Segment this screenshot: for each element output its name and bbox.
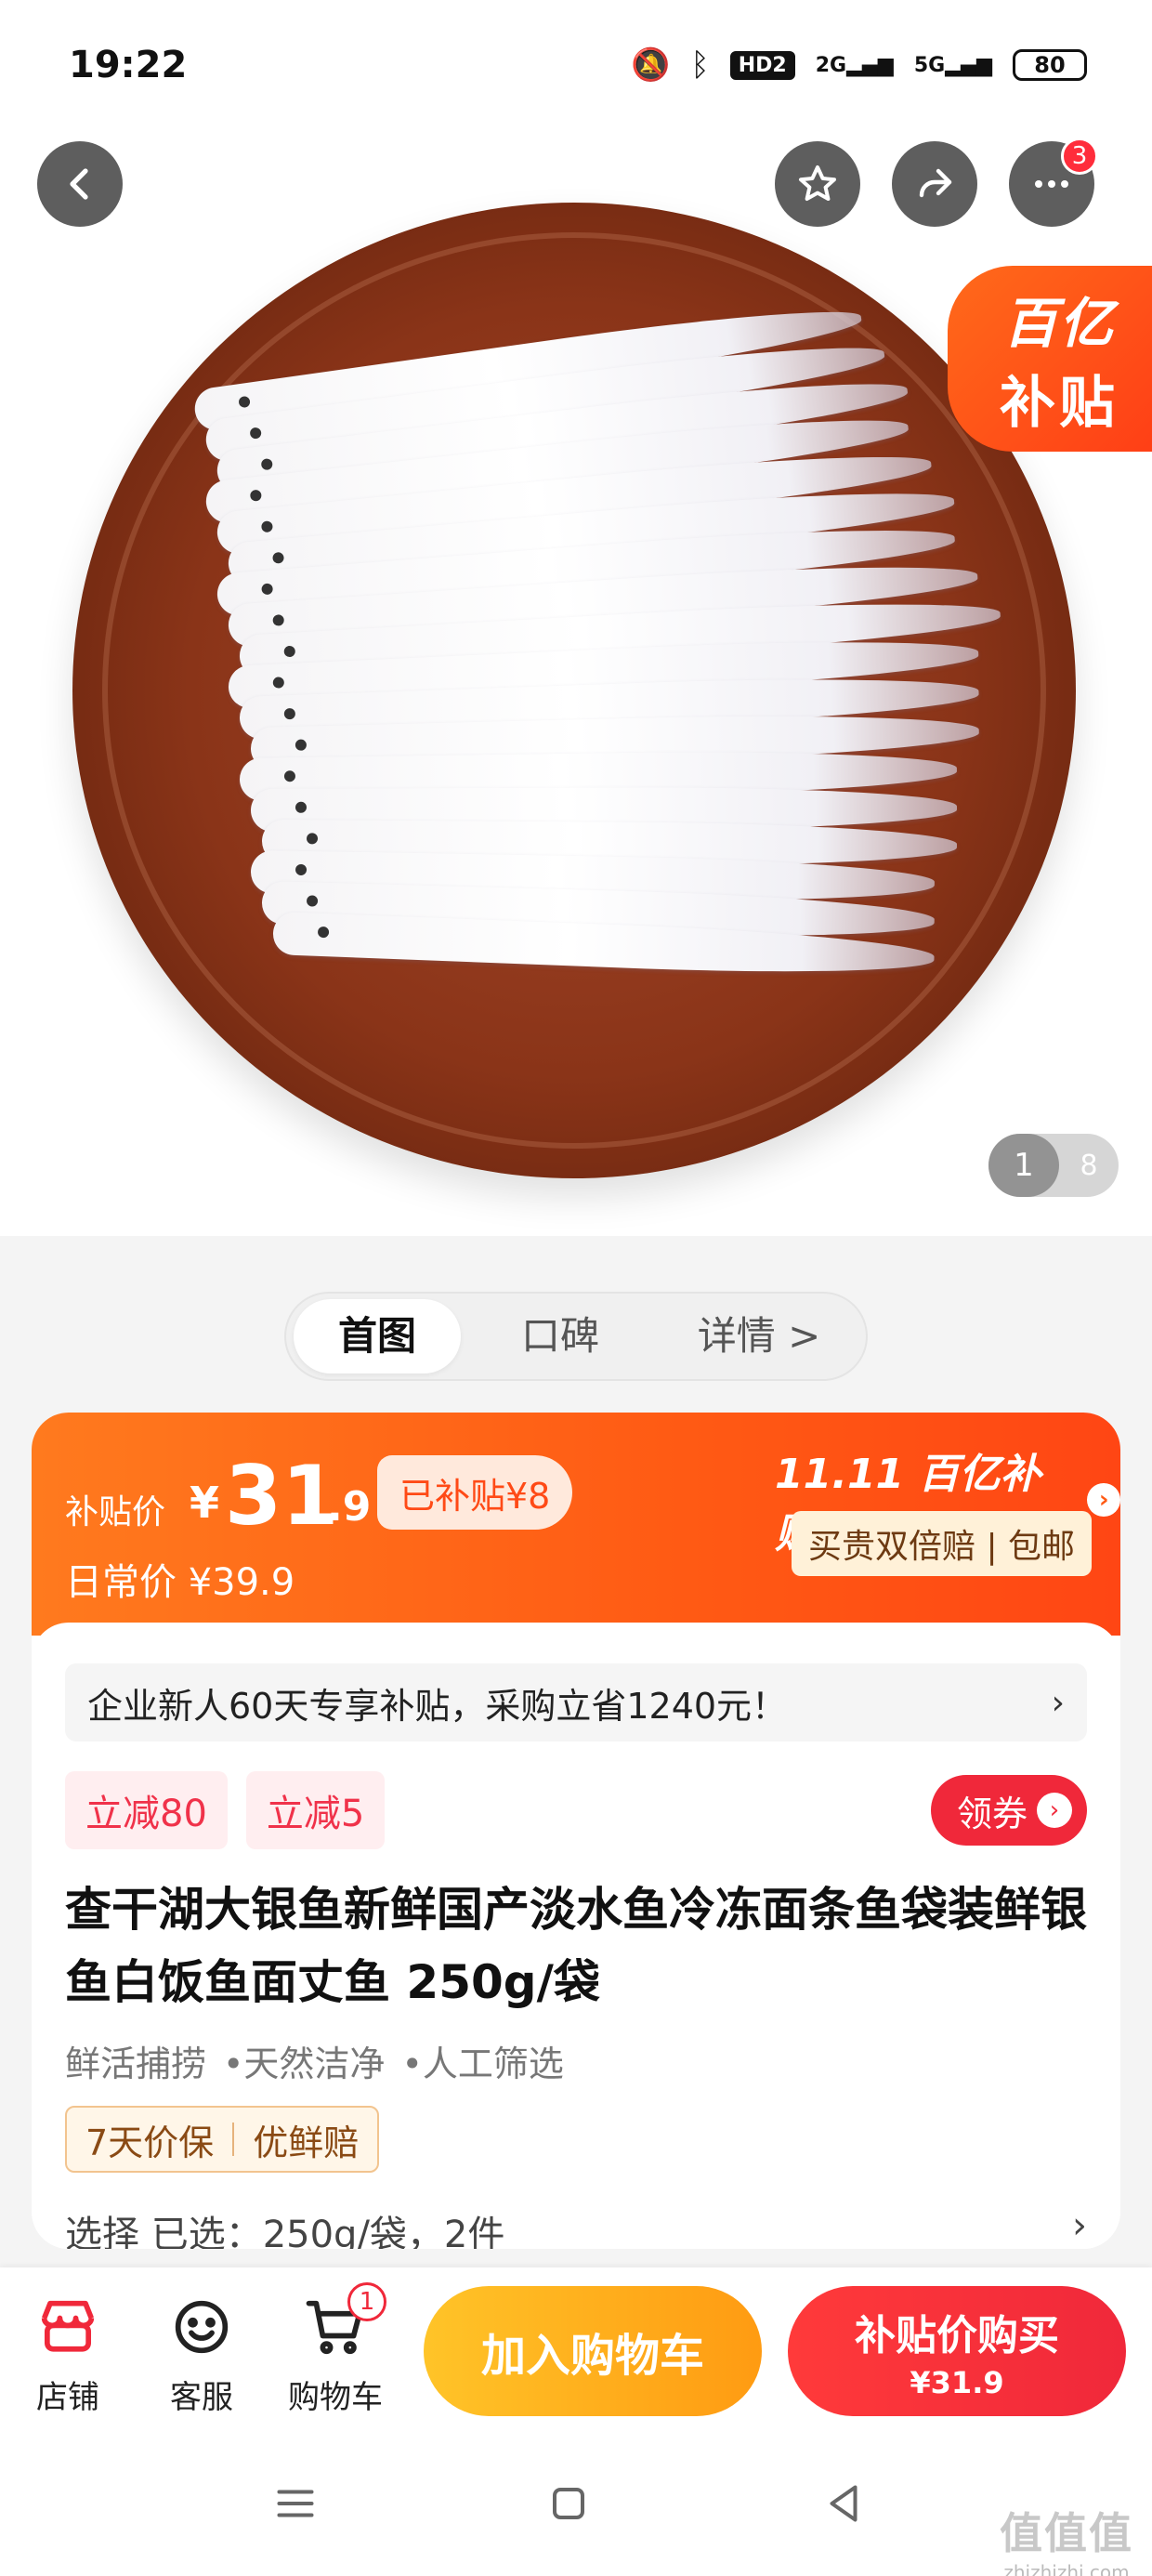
spec-select-text: 选择 已选：250g/袋，2件 <box>65 2214 505 2249</box>
status-time: 19:22 <box>69 44 188 86</box>
feature-item: 鲜活捕捞 <box>65 2044 207 2084</box>
subsidy-stamp: 百亿 补贴 <box>948 266 1152 452</box>
spec-select-row[interactable]: 选择 已选：250g/袋，2件 › <box>65 2204 1087 2249</box>
coupon-row: 立减80 立减5 领券 › <box>65 1771 1087 1849</box>
daily-price: 日常价 ¥39.9 <box>65 1561 295 1604</box>
watermark: 值值值 zhizhizhi.com <box>1000 2500 1133 2576</box>
price-header: 补贴价 ¥ 31 .9 已补贴¥8 日常价 ¥39.9 11.11 百亿补贴 ›… <box>32 1413 1120 1636</box>
get-coupon-label: 领券 <box>956 1793 1028 1834</box>
store-button[interactable]: 店铺 <box>17 2292 119 2417</box>
more-button[interactable]: 3 <box>1009 138 1098 227</box>
back-triangle-icon[interactable] <box>816 2476 871 2531</box>
coupon-discount-80[interactable]: 立减80 <box>65 1771 228 1849</box>
service-tag-fresh-guarantee: 优鲜赔 <box>253 2122 360 2163</box>
add-to-cart-button[interactable]: 加入购物车 <box>424 2286 762 2416</box>
pager-current: 1 <box>988 1134 1059 1197</box>
service-tags[interactable]: 7天价保 优鲜赔 <box>65 2106 380 2173</box>
image-pager: 1 8 <box>988 1134 1119 1197</box>
chevron-right-icon: › <box>1051 1683 1065 1722</box>
hd-icon: HD2 <box>729 50 795 80</box>
back-button[interactable] <box>37 141 123 227</box>
mute-icon: 🔕 <box>630 46 671 84</box>
chat-smile-icon <box>175 2300 229 2354</box>
battery-icon: 80 <box>1013 49 1087 81</box>
customer-service-label: 客服 <box>170 2379 233 2416</box>
price-integer: 31 <box>225 1448 339 1544</box>
service-tag-price-protect: 7天价保 <box>85 2122 215 2163</box>
status-icons: 🔕 ᛒ HD2 2G▂▄▆ 5G▂▄▆ 80 <box>631 46 1087 84</box>
feature-item: •人工筛选 <box>401 2044 564 2084</box>
system-navigation-bar <box>0 2431 1152 2576</box>
signal-2g-icon: 2G▂▄▆ <box>815 53 894 77</box>
customer-service-button[interactable]: 客服 <box>151 2292 253 2417</box>
tab-reviews[interactable]: 口碑 <box>461 1299 660 1373</box>
get-coupon-button[interactable]: 领券 › <box>930 1775 1087 1846</box>
price-card: 补贴价 ¥ 31 .9 已补贴¥8 日常价 ¥39.9 11.11 百亿补贴 ›… <box>32 1413 1120 2249</box>
subsidy-stamp-line1: 百亿 <box>1002 291 1115 355</box>
cart-count-badge: 1 <box>347 2282 386 2321</box>
price-decimal: .9 <box>327 1483 372 1531</box>
star-icon <box>799 165 836 201</box>
share-button[interactable] <box>892 141 977 227</box>
more-badge: 3 <box>1061 138 1098 175</box>
share-icon <box>919 168 952 198</box>
home-square-icon[interactable] <box>541 2476 596 2531</box>
cart-label: 购物车 <box>288 2379 383 2416</box>
status-bar: 19:22 🔕 ᛒ HD2 2G▂▄▆ 5G▂▄▆ 80 <box>0 0 1152 130</box>
pager-total: 8 <box>1080 1149 1098 1182</box>
store-label: 店铺 <box>36 2379 99 2416</box>
promo-text: 企业新人60天专享补贴，采购立省1240元！ <box>87 1685 788 1727</box>
price-currency: ¥ <box>190 1478 220 1528</box>
subsidy-price-label: 补贴价 <box>65 1493 166 1531</box>
tab-main-image[interactable]: 首图 <box>294 1299 461 1373</box>
subsidized-amount-tag: 已补贴¥8 <box>377 1455 573 1530</box>
store-icon <box>41 2300 95 2352</box>
guarantee-tag: 买贵双倍赔 | 包邮 <box>792 1511 1093 1576</box>
coupon-discount-5[interactable]: 立减5 <box>245 1771 386 1849</box>
product-info: 企业新人60天专享补贴，采购立省1240元！ › 立减80 立减5 领券 › 查… <box>32 1623 1120 2249</box>
buy-now-button[interactable]: 补贴价购买 ¥31.9 <box>788 2286 1126 2416</box>
watermark-url: zhizhizhi.com <box>1003 2561 1130 2576</box>
product-title: 查干湖大银鱼新鲜国产淡水鱼冷冻面条鱼袋装鲜银鱼白饭鱼面丈鱼 250g/袋 <box>65 1883 1087 2009</box>
favorite-button[interactable] <box>775 141 860 227</box>
chevron-left-icon <box>70 168 88 200</box>
chevron-right-icon: › <box>1087 1483 1120 1517</box>
feature-item: •天然洁净 <box>223 2044 386 2084</box>
subsidy-stamp-line2: 补贴 <box>1000 370 1119 436</box>
product-features: 鲜活捕捞 •天然洁净 •人工筛选 <box>65 2035 564 2086</box>
section-tabs: 首图 口碑 详情 > <box>284 1292 868 1381</box>
bluetooth-icon: ᛒ <box>690 46 710 84</box>
bottom-action-bar: 店铺 客服 1 购物车 加入购物车 补贴价购买 ¥31.9 <box>0 2267 1152 2431</box>
chevron-right-icon: › <box>1072 2204 1087 2247</box>
product-image-carousel[interactable]: 百亿 补贴 1 8 <box>0 0 1152 1236</box>
buy-now-label: 补贴价购买 <box>855 2312 1059 2359</box>
watermark-logo: 值值值 <box>1000 2508 1133 2558</box>
chevron-right-icon: › <box>1037 1793 1072 1828</box>
menu-icon[interactable] <box>268 2476 323 2531</box>
signal-5g-icon: 5G▂▄▆ <box>913 53 992 77</box>
enterprise-promo-bar[interactable]: 企业新人60天专享补贴，采购立省1240元！ › <box>65 1663 1087 1741</box>
buy-now-price: ¥31.9 <box>910 2365 1004 2400</box>
tab-details[interactable]: 详情 > <box>660 1299 858 1373</box>
cart-button[interactable]: 1 购物车 <box>284 2282 386 2417</box>
